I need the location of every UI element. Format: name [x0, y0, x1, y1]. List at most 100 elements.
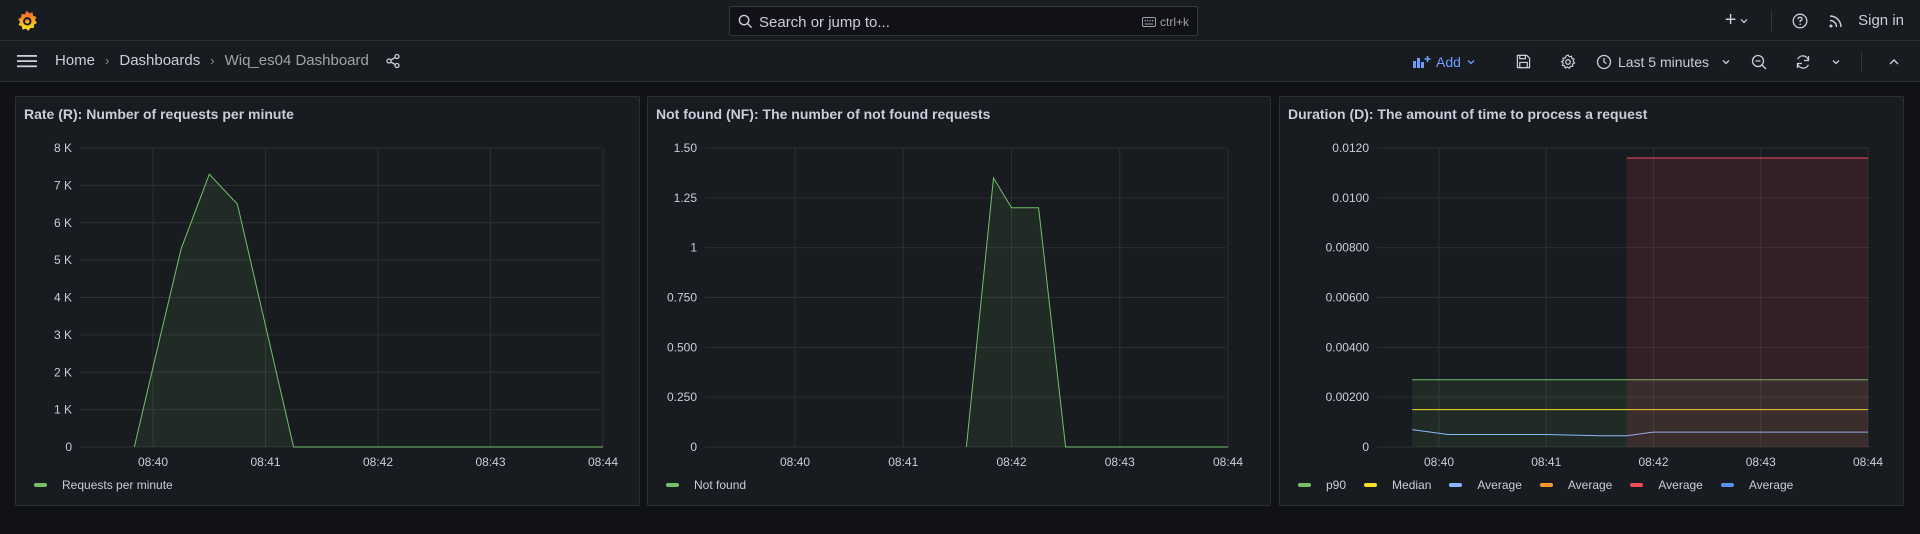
x-tick-label: 08:44 [1853, 455, 1883, 467]
divider [1771, 10, 1773, 31]
chevron-down-icon [1741, 18, 1748, 23]
menu-icon[interactable] [17, 53, 37, 69]
sign-in-link[interactable]: Sign in [1858, 12, 1904, 29]
y-tick-label: 1 [690, 241, 697, 255]
panel-not-found[interactable]: Not found (NF): The number of not found … [647, 96, 1271, 506]
settings-icon [1560, 53, 1576, 69]
y-tick-label: 3 K [54, 328, 72, 342]
legend-label: p90 [1326, 478, 1347, 492]
time-range-picker[interactable]: Last 5 minutes [1596, 54, 1731, 70]
settings-button[interactable] [1558, 52, 1578, 72]
chart-legend: Not found [666, 478, 764, 492]
y-tick-label: 0.00800 [1326, 241, 1370, 255]
breadcrumb-home[interactable]: Home [55, 52, 95, 69]
x-tick-label: 08:42 [1638, 455, 1668, 467]
x-tick-label: 08:41 [888, 455, 918, 467]
x-tick-label: 08:43 [1746, 455, 1776, 467]
x-tick-label: 08:40 [138, 455, 168, 467]
y-tick-label: 0.00600 [1326, 291, 1370, 305]
x-tick-label: 08:43 [475, 455, 505, 467]
plus-icon: + [1724, 9, 1737, 31]
dashboard-actions: Add Last 5 minutes [1413, 41, 1920, 82]
legend-label: Average [1658, 478, 1703, 492]
zoom-out-button[interactable] [1749, 52, 1769, 72]
legend-swatch [1298, 483, 1311, 487]
y-tick-label: 0.00400 [1326, 340, 1370, 354]
search-bar[interactable]: Search or jump to... ctrl+k [729, 6, 1198, 36]
legend-label: Average [1567, 478, 1613, 492]
chevron-right-icon: › [210, 53, 215, 68]
keyboard-icon [1141, 17, 1156, 27]
x-tick-label: 08:43 [1105, 455, 1135, 467]
clock-icon [1596, 54, 1612, 69]
zoom-out-icon [1751, 54, 1767, 69]
grafana-logo[interactable] [15, 9, 39, 33]
y-tick-label: 0 [65, 440, 72, 454]
legend-label: Not found [694, 478, 747, 492]
y-tick-label: 6 K [54, 216, 72, 230]
chevron-down-icon [1467, 59, 1475, 64]
y-tick-label: 0.250 [667, 390, 697, 404]
legend-item[interactable]: Median [1364, 478, 1431, 492]
collapse-button[interactable] [1884, 52, 1904, 72]
legend-item[interactable]: Not found [666, 478, 746, 492]
panel-rate[interactable]: Rate (R): Number of requests per minute … [15, 96, 640, 506]
chart-rate: 0 1 K 2 K 3 K 4 K 5 K 6 K 7 K 8 K 08:40 08:41 08:42… [54, 141, 618, 467]
legend-swatch [34, 483, 47, 487]
y-tick-label: 2 K [54, 365, 72, 379]
rss-icon[interactable] [1828, 13, 1844, 29]
x-tick-label: 08:42 [363, 455, 393, 467]
x-tick-label: 08:40 [1424, 455, 1454, 467]
y-tick-label: 8 K [54, 141, 72, 155]
refresh-icon [1796, 54, 1810, 69]
legend-item[interactable]: Average [1720, 478, 1793, 492]
legend-swatch [1364, 483, 1378, 487]
search-shortcut: ctrl+k [1141, 15, 1189, 29]
series-area [966, 177, 1228, 447]
legend-item[interactable]: Average [1539, 478, 1613, 492]
top-bar: Search or jump to... ctrl+k + Sign in [0, 0, 1920, 41]
y-tick-label: 0.500 [667, 340, 697, 354]
time-range-label: Last 5 minutes [1617, 53, 1709, 70]
legend-swatch [1539, 483, 1553, 487]
chevron-down-icon [1722, 59, 1730, 64]
chart-not-found: 0 0.250 0.500 0.750 1 1.25 1.50 08:40 08:41 08:42… [667, 141, 1243, 467]
search-icon [738, 14, 753, 29]
chevron-right-icon: › [105, 53, 110, 68]
shortcut-label: ctrl+k [1159, 15, 1189, 29]
breadcrumb-dashboards[interactable]: Dashboards [119, 52, 200, 69]
y-tick-label: 1 K [54, 403, 72, 417]
x-tick-label: 08:40 [780, 455, 810, 467]
series-area [1626, 158, 1868, 447]
add-button[interactable]: Add [1413, 54, 1476, 70]
legend-item[interactable]: Requests per minute [34, 478, 173, 492]
legend-swatch [1720, 483, 1734, 487]
chart-legend: p90 Median Average Average Average Average [1298, 478, 1811, 492]
y-tick-label: 7 K [54, 178, 72, 192]
legend-swatch [1449, 483, 1463, 487]
dashboard-nav: Home › Dashboards › Wiq_es04 Dashboard A… [0, 41, 1920, 82]
x-tick-label: 08:44 [1213, 455, 1243, 467]
panel-duration[interactable]: Duration (D): The amount of time to proc… [1279, 96, 1904, 506]
legend-item[interactable]: p90 [1298, 478, 1346, 492]
save-button[interactable] [1514, 52, 1534, 72]
share-icon[interactable] [385, 53, 401, 69]
legend-swatch [1630, 483, 1644, 487]
breadcrumb-current: Wiq_es04 Dashboard [224, 52, 369, 69]
new-menu-button[interactable]: + [1721, 9, 1753, 33]
legend-item[interactable]: Average [1630, 478, 1703, 492]
add-panel-icon [1413, 55, 1431, 68]
chevron-down-icon[interactable] [1831, 57, 1841, 67]
y-tick-label: 1.50 [674, 141, 698, 155]
x-tick-label: 08:44 [588, 455, 618, 467]
save-icon [1517, 54, 1531, 69]
help-icon[interactable] [1792, 13, 1808, 29]
chart-legend: Requests per minute [34, 478, 191, 492]
collapse-icon [1889, 58, 1899, 64]
divider [1861, 51, 1862, 72]
legend-item[interactable]: Average [1449, 478, 1522, 492]
x-tick-label: 08:42 [996, 455, 1026, 467]
y-tick-label: 0.00200 [1326, 390, 1370, 404]
breadcrumb: Home › Dashboards › Wiq_es04 Dashboard [55, 52, 401, 69]
refresh-button[interactable] [1793, 52, 1813, 72]
